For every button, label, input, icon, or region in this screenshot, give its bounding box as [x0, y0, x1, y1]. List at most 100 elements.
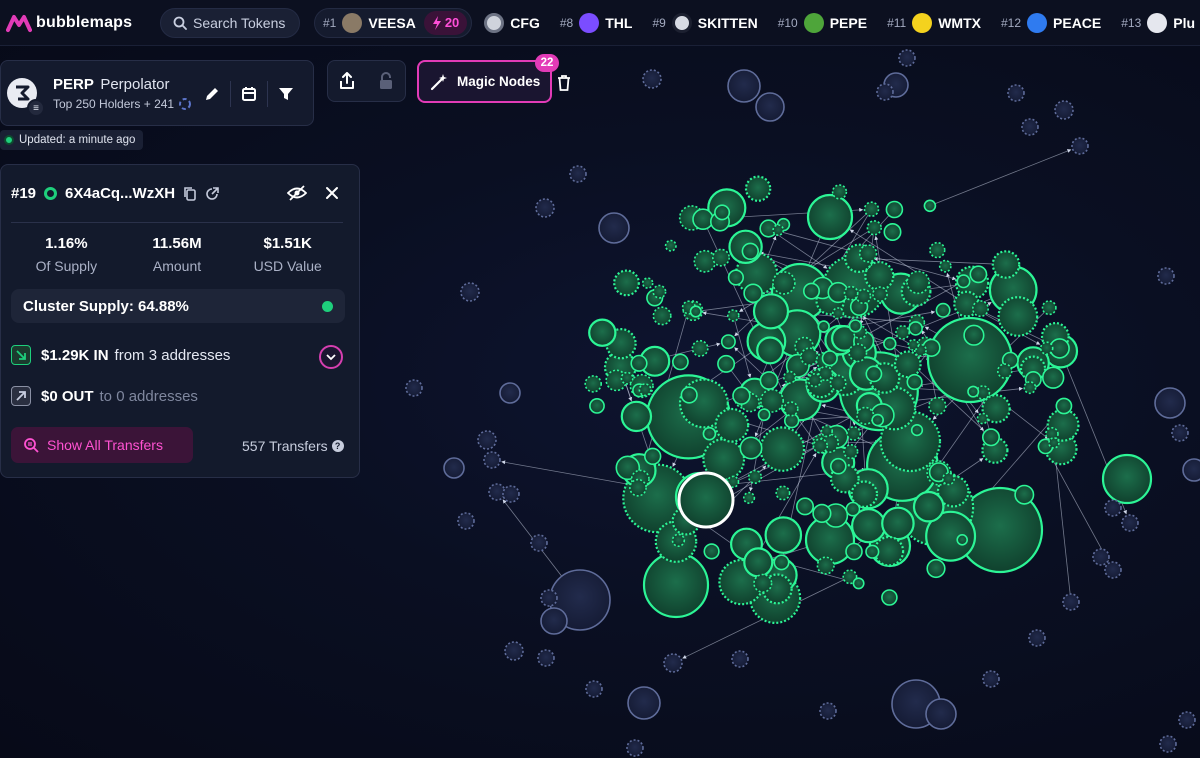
delete-magic-nodes-button[interactable] — [553, 70, 575, 96]
holder-bubble[interactable] — [843, 285, 859, 301]
unlinked-holder-bubble[interactable] — [1071, 137, 1089, 155]
holder-bubble[interactable] — [981, 428, 1000, 447]
ticker-item-plu[interactable]: #13 Plu — [1113, 8, 1200, 38]
holder-bubble[interactable] — [956, 274, 971, 289]
holder-bubble[interactable] — [1023, 381, 1037, 395]
holder-bubble[interactable] — [906, 270, 930, 295]
holder-bubble[interactable] — [643, 447, 662, 465]
unlinked-holder-bubble[interactable] — [488, 483, 506, 501]
holder-bubble[interactable] — [680, 386, 698, 404]
unlinked-holder-bubble[interactable] — [585, 680, 603, 698]
holder-bubble[interactable] — [629, 478, 647, 497]
holder-bubble[interactable] — [702, 426, 717, 441]
holder-bubble[interactable] — [923, 199, 937, 213]
holder-bubble[interactable] — [816, 556, 835, 575]
holder-bubble[interactable] — [759, 426, 806, 472]
unlinked-holder-bubble[interactable] — [925, 698, 957, 730]
holder-bubble[interactable] — [652, 306, 672, 326]
holder-bubble[interactable] — [926, 558, 946, 579]
holder-bubble[interactable] — [883, 223, 902, 242]
holder-bubble[interactable] — [883, 336, 897, 351]
external-link-icon[interactable] — [205, 186, 219, 201]
unlinked-holder-bubble[interactable] — [1159, 735, 1177, 753]
holder-bubble[interactable] — [856, 406, 875, 425]
selected-wallet-bubble[interactable] — [677, 471, 735, 529]
unlinked-holder-bubble[interactable] — [898, 49, 916, 67]
ticker-item-thl[interactable]: #8 THL — [552, 8, 641, 38]
unlinked-holder-bubble[interactable] — [1157, 267, 1175, 285]
holder-bubble[interactable] — [865, 544, 880, 559]
unlinked-holder-bubble[interactable] — [1154, 387, 1186, 419]
copy-icon[interactable] — [183, 186, 197, 202]
unlinked-holder-bubble[interactable] — [540, 589, 558, 607]
show-all-transfers-button[interactable]: Show All Transfers — [11, 427, 193, 463]
unlinked-holder-bubble[interactable] — [569, 165, 587, 183]
unlinked-holder-bubble[interactable] — [502, 485, 520, 503]
holder-bubble[interactable] — [717, 354, 736, 373]
holder-bubble[interactable] — [821, 350, 838, 367]
boost-badge[interactable]: 20 — [423, 10, 468, 35]
holder-bubble[interactable] — [866, 220, 882, 236]
holder-bubble[interactable] — [732, 386, 751, 405]
holder-bubble[interactable] — [872, 286, 888, 303]
holder-bubble[interactable] — [1014, 484, 1035, 505]
search-tokens-button[interactable]: Search Tokens — [160, 7, 300, 38]
holder-bubble[interactable] — [881, 589, 898, 606]
holder-bubble[interactable] — [720, 334, 736, 350]
holder-bubble[interactable] — [829, 457, 847, 475]
holder-bubble[interactable] — [996, 363, 1013, 379]
holder-bubble[interactable] — [726, 309, 740, 322]
unlinked-holder-bubble[interactable] — [504, 641, 524, 661]
ticker-item-wmtx[interactable]: #11 WMTX — [879, 8, 989, 38]
unlinked-holder-bubble[interactable] — [1092, 548, 1110, 566]
holder-bubble[interactable] — [642, 551, 710, 619]
holder-bubble[interactable] — [910, 424, 924, 437]
holder-bubble[interactable] — [692, 208, 714, 230]
unlinked-holder-bubble[interactable] — [535, 198, 555, 218]
holder-bubble[interactable] — [845, 542, 863, 561]
unlinked-holder-bubble[interactable] — [530, 534, 548, 552]
holder-bubble[interactable] — [756, 336, 785, 365]
holder-bubble[interactable] — [865, 365, 883, 383]
holder-bubble[interactable] — [963, 324, 985, 346]
holder-bubble[interactable] — [772, 271, 796, 295]
holder-bubble[interactable] — [941, 472, 955, 486]
holder-bubble[interactable] — [764, 516, 803, 554]
holder-bubble[interactable] — [908, 321, 923, 336]
unlinked-holder-bubble[interactable] — [1104, 499, 1122, 517]
unlinked-holder-bubble[interactable] — [499, 382, 521, 404]
holder-bubble[interactable] — [843, 444, 859, 460]
holder-bubble[interactable] — [727, 269, 745, 286]
holder-bubble[interactable] — [829, 374, 847, 392]
holder-bubble[interactable] — [858, 244, 878, 263]
unlinked-holder-bubble[interactable] — [540, 607, 568, 635]
holder-bubble[interactable] — [971, 300, 989, 318]
unlinked-holder-bubble[interactable] — [1178, 711, 1196, 729]
holder-bubble[interactable] — [871, 413, 885, 427]
holder-bubble[interactable] — [743, 547, 774, 578]
holder-bubble[interactable] — [775, 485, 791, 501]
unlinked-holder-bubble[interactable] — [1054, 100, 1074, 120]
app-logo[interactable]: bubblemaps — [6, 13, 146, 33]
holder-bubble[interactable] — [783, 401, 799, 417]
holder-bubble[interactable] — [855, 288, 872, 305]
unlinked-holder-bubble[interactable] — [483, 451, 501, 469]
unlinked-holder-bubble[interactable] — [627, 686, 661, 720]
holder-bubble[interactable] — [848, 343, 868, 363]
holder-bubble[interactable] — [773, 554, 790, 571]
unlinked-holder-bubble[interactable] — [819, 702, 837, 720]
holder-bubble[interactable] — [991, 250, 1021, 279]
holder-bubble[interactable] — [820, 424, 833, 438]
unlinked-holder-bubble[interactable] — [443, 457, 465, 479]
holder-bubble[interactable] — [852, 577, 865, 590]
unlinked-holder-bubble[interactable] — [626, 739, 644, 757]
ticker-item-cfg[interactable]: CFG — [476, 8, 548, 38]
cluster-supply-row[interactable]: Cluster Supply: 64.88% — [11, 289, 345, 323]
holder-bubble[interactable] — [741, 242, 759, 261]
holder-bubble[interactable] — [620, 371, 634, 385]
unlinked-holder-bubble[interactable] — [1021, 118, 1039, 136]
unlinked-holder-bubble[interactable] — [460, 282, 480, 302]
holder-bubble[interactable] — [938, 259, 952, 273]
holder-bubble[interactable] — [806, 193, 854, 241]
holder-bubble[interactable] — [912, 490, 945, 523]
